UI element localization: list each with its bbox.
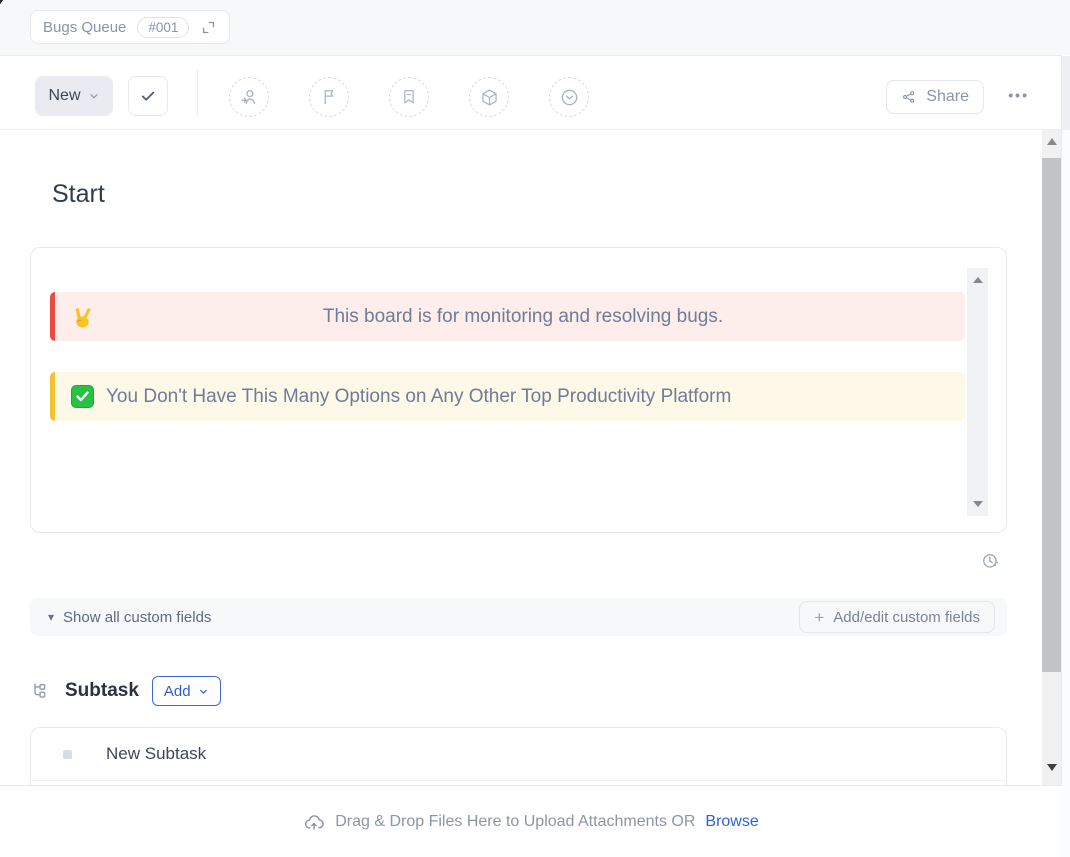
scrollbar-thumb[interactable] [1042, 158, 1061, 672]
page-scrollbar[interactable] [1042, 130, 1061, 785]
cube-icon [479, 87, 500, 108]
caret-down-icon: ▾ [48, 611, 54, 623]
scroll-down-arrow-icon[interactable] [973, 501, 983, 507]
upload-cloud-icon [303, 811, 325, 833]
subtask-section-title: Subtask [65, 680, 139, 702]
task-detail-window: Bugs Queue #001 New [0, 0, 1070, 857]
subtask-row-label: New Subtask [106, 744, 206, 764]
topbar: Bugs Queue #001 [0, 0, 1070, 56]
description-card[interactable]: This board is for monitoring and resolvi… [30, 247, 1007, 533]
check-mark-emoji [71, 385, 94, 408]
chevron-down-icon [88, 90, 100, 102]
description-scrollbar[interactable] [967, 268, 988, 516]
show-custom-fields-toggle[interactable]: ▾ Show all custom fields [48, 598, 211, 636]
subtask-tree-icon [30, 680, 52, 702]
checkmark-icon [139, 87, 157, 105]
subtask-list-card: New Subtask [30, 727, 1007, 785]
task-id-badge: #001 [137, 17, 189, 38]
task-breadcrumb-pill[interactable]: Bugs Queue #001 [30, 10, 230, 44]
set-assignee-button[interactable] [229, 77, 269, 117]
share-icon [901, 89, 917, 105]
subtask-status-bullet[interactable] [63, 750, 72, 759]
attachment-footer: Drag & Drop Files Here to Upload Attachm… [0, 785, 1062, 857]
cursor-artifact [0, 0, 8, 11]
window-right-edge-top [1062, 56, 1070, 130]
custom-fields-bar: ▾ Show all custom fields + Add/edit cust… [30, 598, 1007, 636]
task-status-button[interactable] [549, 77, 589, 117]
add-subtask-label: Add [164, 683, 191, 700]
task-title[interactable]: Start [52, 180, 105, 209]
scroll-down-arrow-icon[interactable] [1047, 764, 1057, 771]
mark-complete-button[interactable] [128, 76, 168, 116]
victory-hand-emoji [71, 305, 95, 329]
banner-text: This board is for monitoring and resolvi… [95, 306, 951, 328]
add-custom-fields-button[interactable]: + Add/edit custom fields [799, 601, 995, 633]
add-tag-button[interactable] [389, 77, 429, 117]
banner-monitoring[interactable]: This board is for monitoring and resolvi… [50, 292, 965, 341]
chevron-down-icon [198, 686, 209, 697]
task-toolbar: New [0, 56, 1062, 130]
task-name: Bugs Queue [43, 19, 126, 36]
add-subtask-button[interactable]: Add [152, 676, 221, 706]
share-label: Share [926, 88, 969, 106]
subtask-row[interactable]: New Subtask [31, 728, 1006, 781]
dropzone-text: Drag & Drop Files Here to Upload Attachm… [335, 813, 695, 831]
attachment-dropzone[interactable]: Drag & Drop Files Here to Upload Attachm… [0, 786, 1062, 857]
scroll-up-arrow-icon[interactable] [1047, 138, 1057, 145]
subtask-section-header: Subtask Add [30, 676, 221, 706]
banner-text: You Don't Have This Many Options on Any … [106, 386, 731, 408]
open-task-icon[interactable] [200, 19, 217, 36]
flag-icon [319, 87, 339, 107]
show-custom-fields-label: Show all custom fields [63, 609, 211, 626]
add-custom-fields-label: Add/edit custom fields [833, 609, 980, 626]
share-button[interactable]: Share [886, 80, 984, 114]
history-clock-icon[interactable] [980, 551, 1001, 572]
status-new-label: New [48, 87, 80, 105]
status-new-button[interactable]: New [35, 76, 113, 116]
window-right-edge [1061, 55, 1070, 857]
plus-icon: + [814, 609, 824, 626]
dependencies-button[interactable] [469, 77, 509, 117]
set-priority-button[interactable] [309, 77, 349, 117]
more-options-button[interactable]: ••• [1008, 87, 1029, 103]
tag-bookmark-icon [399, 87, 419, 107]
scroll-up-arrow-icon[interactable] [973, 277, 983, 283]
assignee-person-icon [238, 86, 260, 108]
circle-chevron-icon [559, 87, 580, 108]
toolbar-divider [197, 70, 198, 116]
banner-options[interactable]: You Don't Have This Many Options on Any … [50, 372, 965, 421]
browse-link[interactable]: Browse [705, 813, 758, 831]
